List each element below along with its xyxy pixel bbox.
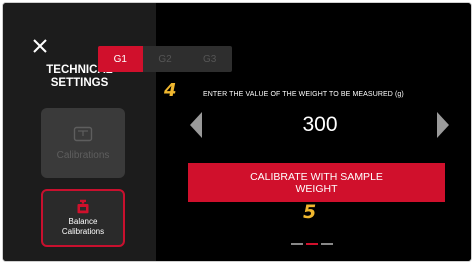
page-title-line2: SETTINGS [50,77,109,89]
close-button[interactable] [31,37,49,55]
calibrate-button-label: CALIBRATE WITH SAMPLE WEIGHT [250,171,383,195]
calibrate-button-label-line2: WEIGHT [295,182,338,195]
sidebar-item-label-line1: Balance [68,217,98,226]
step-badge-action: 5 [303,201,317,223]
page-dot [291,243,303,245]
calibrate-with-sample-weight-button[interactable]: CALIBRATE WITH SAMPLE WEIGHT [188,163,445,202]
decrease-button[interactable] [190,112,202,138]
balance-weight-icon [77,199,89,214]
sidebar-item-calibrations[interactable]: Calibrations [41,108,125,178]
calibrate-button-label-line1: CALIBRATE WITH SAMPLE [250,170,383,183]
page-indicator [291,243,333,245]
weight-value-input[interactable]: 300 [260,113,380,137]
sidebar-item-label: Balance Calibrations [62,217,104,237]
page-dot [321,243,333,245]
tab-g2[interactable]: G2 [143,46,188,72]
sidebar-item-label-line2: Calibrations [61,227,105,236]
tab-g3[interactable]: G3 [187,46,232,72]
instruction-text: ENTER THE VALUE OF THE WEIGHT TO BE MEAS… [203,91,404,98]
step-badge-instruction: 4 [164,80,177,101]
sidebar-item-balance-calibrations[interactable]: Balance Calibrations [41,189,125,247]
page-dot-active [306,243,318,245]
increase-button[interactable] [437,112,449,138]
weight-tabs: G1 G2 G3 [98,46,232,72]
tab-g1[interactable]: G1 [98,46,143,72]
close-icon [33,39,47,53]
scale-icon [73,126,93,141]
technical-settings-screen: TECHNICAL SETTINGS Calibrations Balance … [2,2,472,262]
triangle-right-icon [437,112,449,138]
sidebar: TECHNICAL SETTINGS Calibrations Balance … [3,3,156,261]
triangle-left-icon [190,112,202,138]
sidebar-item-label: Calibrations [56,149,110,161]
